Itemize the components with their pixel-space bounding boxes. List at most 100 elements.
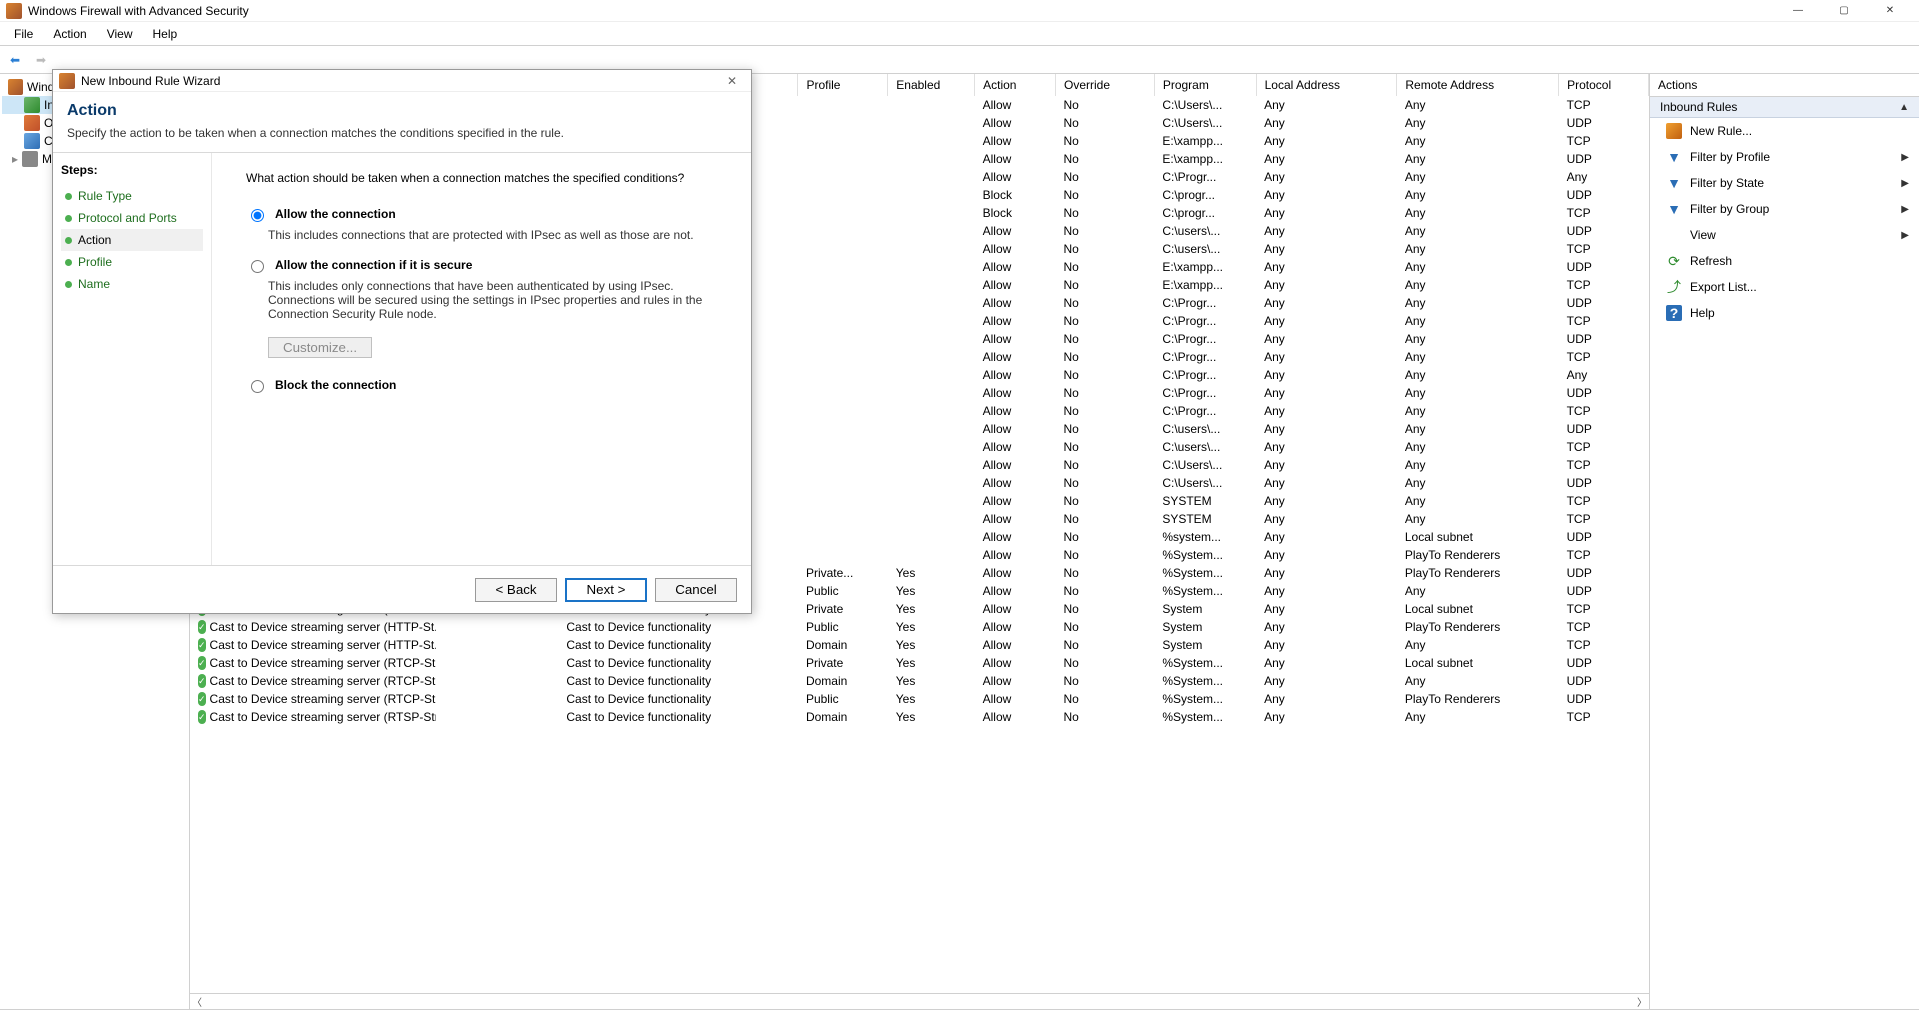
wizard-close-button[interactable]: ✕ xyxy=(719,74,745,88)
menu-action[interactable]: Action xyxy=(43,24,96,44)
option-block-label: Block the connection xyxy=(275,378,396,392)
wizard-titlebar: New Inbound Rule Wizard ✕ xyxy=(53,70,751,92)
expand-icon[interactable]: ▸ xyxy=(12,152,18,166)
app-title: Windows Firewall with Advanced Security xyxy=(28,4,249,18)
wizard-subheading: Specify the action to be taken when a co… xyxy=(67,126,737,140)
wizard-steps-header: Steps: xyxy=(61,163,203,177)
action-filter-group-label: Filter by Group xyxy=(1690,202,1893,216)
radio-allow-secure[interactable] xyxy=(251,260,264,273)
maximize-button[interactable]: ▢ xyxy=(1821,0,1867,22)
action-view-label: View xyxy=(1690,228,1893,242)
col-profile[interactable]: Profile xyxy=(798,74,888,96)
new-inbound-rule-wizard: New Inbound Rule Wizard ✕ Action Specify… xyxy=(52,69,752,614)
refresh-icon: ⟳ xyxy=(1666,253,1682,269)
wizard-question: What action should be taken when a conne… xyxy=(246,171,723,185)
chevron-right-icon: ▶ xyxy=(1901,152,1909,163)
rule-enabled-icon: ✓ xyxy=(198,656,206,670)
step-action[interactable]: Action xyxy=(61,229,203,251)
action-new-rule-label: New Rule... xyxy=(1690,124,1752,138)
action-filter-profile[interactable]: ▼ Filter by Profile ▶ xyxy=(1650,144,1919,170)
collapse-icon[interactable]: ▲ xyxy=(1899,102,1909,113)
minimize-button[interactable]: — xyxy=(1775,0,1821,22)
table-row[interactable]: ✓Cast to Device streaming server (RTCP-S… xyxy=(190,672,1649,690)
wizard-content: What action should be taken when a conne… xyxy=(211,153,751,565)
close-button[interactable]: ✕ xyxy=(1867,0,1913,22)
action-filter-state[interactable]: ▼ Filter by State ▶ xyxy=(1650,170,1919,196)
export-icon: ⤴ xyxy=(1666,279,1682,295)
step-protocol[interactable]: Protocol and Ports xyxy=(61,207,203,229)
scroll-left-icon[interactable]: 〈 xyxy=(192,994,202,1009)
inbound-icon xyxy=(24,97,40,113)
col-protocol[interactable]: Protocol xyxy=(1559,74,1649,96)
col-enabled[interactable]: Enabled xyxy=(888,74,975,96)
connection-icon xyxy=(24,133,40,149)
rule-enabled-icon: ✓ xyxy=(198,638,206,652)
option-allow-secure-label: Allow the connection if it is secure xyxy=(275,258,472,272)
hscroll-left: 〈 〉 xyxy=(190,993,1649,1009)
firewall-icon xyxy=(6,3,22,19)
step-profile[interactable]: Profile xyxy=(61,251,203,273)
actions-section-label: Inbound Rules xyxy=(1660,100,1737,114)
actions-header: Actions xyxy=(1650,74,1919,97)
col-override[interactable]: Override xyxy=(1055,74,1154,96)
table-row[interactable]: ✓Cast to Device streaming server (HTTP-S… xyxy=(190,636,1649,654)
action-help-label: Help xyxy=(1690,306,1715,320)
radio-block[interactable] xyxy=(251,380,264,393)
actions-pane: Actions Inbound Rules ▲ New Rule... ▼ Fi… xyxy=(1649,74,1919,1009)
action-export[interactable]: ⤴ Export List... xyxy=(1650,274,1919,300)
step-name[interactable]: Name xyxy=(61,273,203,295)
table-row[interactable]: ✓Cast to Device streaming server (RTCP-S… xyxy=(190,690,1649,708)
customize-button: Customize... xyxy=(268,337,372,358)
back-icon[interactable]: ⬅ xyxy=(4,49,26,71)
scroll-right-icon[interactable]: 〉 xyxy=(1637,994,1647,1009)
monitoring-icon xyxy=(22,151,38,167)
menu-help[interactable]: Help xyxy=(143,24,188,44)
rule-enabled-icon: ✓ xyxy=(198,692,206,706)
col-local-address[interactable]: Local Address xyxy=(1256,74,1397,96)
col-action[interactable]: Action xyxy=(975,74,1056,96)
action-export-label: Export List... xyxy=(1690,280,1757,294)
menu-file[interactable]: File xyxy=(4,24,43,44)
blank-icon xyxy=(1666,227,1682,243)
wizard-title: New Inbound Rule Wizard xyxy=(81,74,220,88)
action-filter-profile-label: Filter by Profile xyxy=(1690,150,1893,164)
cancel-button[interactable]: Cancel xyxy=(655,578,737,602)
next-button[interactable]: Next > xyxy=(565,578,647,602)
col-remote-address[interactable]: Remote Address xyxy=(1397,74,1559,96)
forward-icon[interactable]: ➡ xyxy=(30,49,52,71)
wizard-footer: < Back Next > Cancel xyxy=(53,565,751,613)
table-row[interactable]: ✓Cast to Device streaming server (RTCP-S… xyxy=(190,654,1649,672)
option-allow-secure[interactable]: Allow the connection if it is secure xyxy=(246,258,723,273)
wizard-heading: Action xyxy=(67,102,737,120)
option-allow-label: Allow the connection xyxy=(275,207,396,221)
rule-enabled-icon: ✓ xyxy=(198,620,206,634)
new-rule-icon xyxy=(1666,123,1682,139)
filter-icon: ▼ xyxy=(1666,201,1682,217)
table-row[interactable]: ✓Cast to Device streaming server (RTSP-S… xyxy=(190,708,1649,726)
filter-icon: ▼ xyxy=(1666,175,1682,191)
step-rule-type[interactable]: Rule Type xyxy=(61,185,203,207)
action-new-rule[interactable]: New Rule... xyxy=(1650,118,1919,144)
option-allow[interactable]: Allow the connection xyxy=(246,207,723,222)
option-block[interactable]: Block the connection xyxy=(246,378,723,393)
filter-icon: ▼ xyxy=(1666,149,1682,165)
actions-section-title: Inbound Rules ▲ xyxy=(1650,97,1919,118)
chevron-right-icon: ▶ xyxy=(1901,178,1909,189)
action-refresh[interactable]: ⟳ Refresh xyxy=(1650,248,1919,274)
menu-view[interactable]: View xyxy=(97,24,143,44)
action-filter-state-label: Filter by State xyxy=(1690,176,1893,190)
action-filter-group[interactable]: ▼ Filter by Group ▶ xyxy=(1650,196,1919,222)
help-icon: ? xyxy=(1666,305,1682,321)
firewall-icon xyxy=(59,73,75,89)
menubar: File Action View Help xyxy=(0,22,1919,46)
action-view[interactable]: View ▶ xyxy=(1650,222,1919,248)
radio-allow[interactable] xyxy=(251,209,264,222)
col-program[interactable]: Program xyxy=(1154,74,1256,96)
table-row[interactable]: ✓Cast to Device streaming server (HTTP-S… xyxy=(190,618,1649,636)
back-button[interactable]: < Back xyxy=(475,578,557,602)
app-titlebar: Windows Firewall with Advanced Security … xyxy=(0,0,1919,22)
action-help[interactable]: ? Help xyxy=(1650,300,1919,326)
outbound-icon xyxy=(24,115,40,131)
statusbar xyxy=(0,1009,1919,1029)
wizard-header: Action Specify the action to be taken wh… xyxy=(53,92,751,153)
